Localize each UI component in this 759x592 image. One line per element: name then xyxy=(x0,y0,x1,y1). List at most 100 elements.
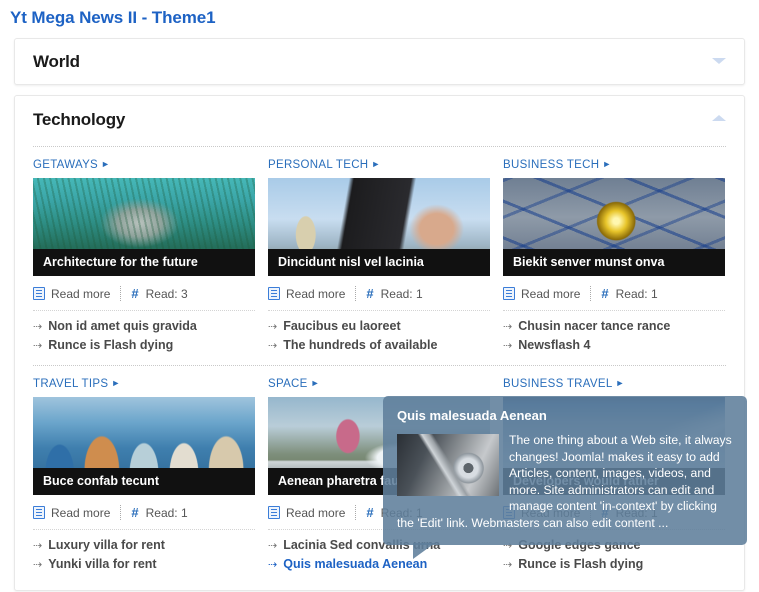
read-count-label: Read: 1 xyxy=(380,286,423,301)
panel-technology-header[interactable]: Technology xyxy=(15,96,744,140)
caret-right-icon: ► xyxy=(101,159,111,169)
category-label: BUSINESS TRAVEL xyxy=(503,378,613,390)
category-link-travel-tips[interactable]: TRAVEL TIPS ► xyxy=(33,378,255,390)
category-link-getaways[interactable]: GETAWAYS ► xyxy=(33,159,255,171)
arrow-right-icon: ⇢ xyxy=(33,340,43,352)
sublink-item[interactable]: ⇢ The hundreds of available xyxy=(268,338,490,352)
panel-world-header[interactable]: World xyxy=(15,39,744,82)
article-caption[interactable]: Buce confab tecunt xyxy=(33,468,255,495)
read-more-link[interactable]: Read more xyxy=(33,506,110,520)
hash-icon: # xyxy=(366,286,374,301)
read-more-link[interactable]: Read more xyxy=(268,287,345,301)
sublink-label: Runce is Flash dying xyxy=(48,338,174,352)
article-sublinks: ⇢ Luxury villa for rent ⇢ Yunki villa fo… xyxy=(33,538,255,571)
read-more-label: Read more xyxy=(51,505,111,520)
sublink-item[interactable]: ⇢ Newsflash 4 xyxy=(503,338,725,352)
sublink-label: Newsflash 4 xyxy=(518,338,591,352)
read-more-label: Read more xyxy=(521,286,581,301)
arrow-right-icon: ⇢ xyxy=(33,321,43,333)
category-label: SPACE xyxy=(268,378,308,390)
article-preview-tooltip: Quis malesuada Aenean The one thing abou… xyxy=(383,396,747,559)
arrow-right-icon: ⇢ xyxy=(503,559,513,571)
article-icon xyxy=(268,287,280,300)
category-link-personal-tech[interactable]: PERSONAL TECH ► xyxy=(268,159,490,171)
meta-divider xyxy=(120,505,122,520)
article-meta: Read more # Read: 3 xyxy=(33,286,255,311)
read-count-label: Read: 1 xyxy=(145,505,188,520)
article-card-personal-tech: PERSONAL TECH ► Dincidunt nisl vel lacini… xyxy=(268,159,490,357)
sublink-item[interactable]: ⇢ Yunki villa for rent xyxy=(33,557,255,571)
caret-right-icon: ► xyxy=(602,159,612,169)
sublink-item[interactable]: ⇢ Non id amet quis gravida xyxy=(33,319,255,333)
read-more-label: Read more xyxy=(286,505,346,520)
sublink-item[interactable]: ⇢ Chusin nacer tance rance xyxy=(503,319,725,333)
article-icon xyxy=(33,506,45,519)
sublink-item[interactable]: ⇢ Faucibus eu laoreet xyxy=(268,319,490,333)
sublink-label: Chusin nacer tance rance xyxy=(518,319,671,333)
read-count: # Read: 1 xyxy=(601,287,657,301)
category-label: PERSONAL TECH xyxy=(268,159,369,171)
panel-world[interactable]: World xyxy=(14,38,745,85)
sublink-label: Quis malesuada Aenean xyxy=(283,557,428,571)
article-thumbnail[interactable]: Architecture for the future xyxy=(33,178,255,276)
sublink-label: Luxury villa for rent xyxy=(48,538,165,552)
read-count: # Read: 1 xyxy=(131,506,187,520)
article-caption[interactable]: Dincidunt nisl vel lacinia xyxy=(268,249,490,276)
caret-right-icon: ► xyxy=(310,378,320,388)
hash-icon: # xyxy=(131,505,139,520)
category-label: TRAVEL TIPS xyxy=(33,378,109,390)
meta-divider xyxy=(355,286,357,301)
sublink-label: Yunki villa for rent xyxy=(48,557,157,571)
sublink-item[interactable]: ⇢ Luxury villa for rent xyxy=(33,538,255,552)
read-count: # Read: 3 xyxy=(131,287,187,301)
arrow-right-icon: ⇢ xyxy=(503,321,513,333)
read-more-label: Read more xyxy=(286,286,346,301)
meta-divider xyxy=(120,286,122,301)
meta-divider xyxy=(590,286,592,301)
read-more-link[interactable]: Read more xyxy=(33,287,110,301)
hash-icon: # xyxy=(366,505,374,520)
panel-technology-title: Technology xyxy=(33,110,126,129)
article-caption[interactable]: Architecture for the future xyxy=(33,249,255,276)
article-thumbnail[interactable]: Dincidunt nisl vel lacinia xyxy=(268,178,490,276)
sublink-item[interactable]: ⇢ Runce is Flash dying xyxy=(33,338,255,352)
category-link-business-travel[interactable]: BUSINESS TRAVEL ► xyxy=(503,378,725,390)
article-card-getaways: GETAWAYS ► Architecture for the future Re… xyxy=(33,159,255,357)
sublink-label: Non id amet quis gravida xyxy=(48,319,197,333)
caret-right-icon: ► xyxy=(615,378,625,388)
arrow-right-icon: ⇢ xyxy=(268,559,278,571)
article-thumbnail[interactable]: Buce confab tecunt xyxy=(33,397,255,495)
page-title: Yt Mega News II - Theme1 xyxy=(10,8,216,27)
sublink-item-active[interactable]: ⇢ Quis malesuada Aenean xyxy=(268,557,490,571)
article-icon xyxy=(268,506,280,519)
read-more-link[interactable]: Read more xyxy=(503,287,580,301)
category-link-space[interactable]: SPACE ► xyxy=(268,378,490,390)
article-card-business-tech: BUSINESS TECH ► Biekit senver munst onva … xyxy=(503,159,725,357)
arrow-right-icon: ⇢ xyxy=(503,340,513,352)
article-sublinks: ⇢ Chusin nacer tance rance ⇢ Newsflash 4 xyxy=(503,319,725,352)
sublink-item[interactable]: ⇢ Runce is Flash dying xyxy=(503,557,725,571)
article-icon xyxy=(33,287,45,300)
category-link-business-tech[interactable]: BUSINESS TECH ► xyxy=(503,159,725,171)
hash-icon: # xyxy=(601,286,609,301)
article-row-1: GETAWAYS ► Architecture for the future Re… xyxy=(33,147,726,357)
read-count: # Read: 1 xyxy=(366,287,422,301)
read-more-link[interactable]: Read more xyxy=(268,506,345,520)
article-card-travel-tips: TRAVEL TIPS ► Buce confab tecunt Read mor… xyxy=(33,378,255,576)
article-caption[interactable]: Biekit senver munst onva xyxy=(503,249,725,276)
chevron-down-icon[interactable] xyxy=(712,57,726,64)
arrow-right-icon: ⇢ xyxy=(33,559,43,571)
article-meta: Read more # Read: 1 xyxy=(503,286,725,311)
caret-right-icon: ► xyxy=(371,159,381,169)
panel-world-title: World xyxy=(33,52,80,71)
tooltip-title: Quis malesuada Aenean xyxy=(397,408,547,423)
article-sublinks: ⇢ Faucibus eu laoreet ⇢ The hundreds of … xyxy=(268,319,490,352)
chevron-up-icon[interactable] xyxy=(712,115,726,121)
article-thumbnail[interactable]: Biekit senver munst onva xyxy=(503,178,725,276)
tooltip-pointer xyxy=(413,543,435,559)
caret-right-icon: ► xyxy=(111,378,121,388)
hash-icon: # xyxy=(131,286,139,301)
article-meta: Read more # Read: 1 xyxy=(268,286,490,311)
arrow-right-icon: ⇢ xyxy=(268,340,278,352)
arrow-right-icon: ⇢ xyxy=(268,321,278,333)
